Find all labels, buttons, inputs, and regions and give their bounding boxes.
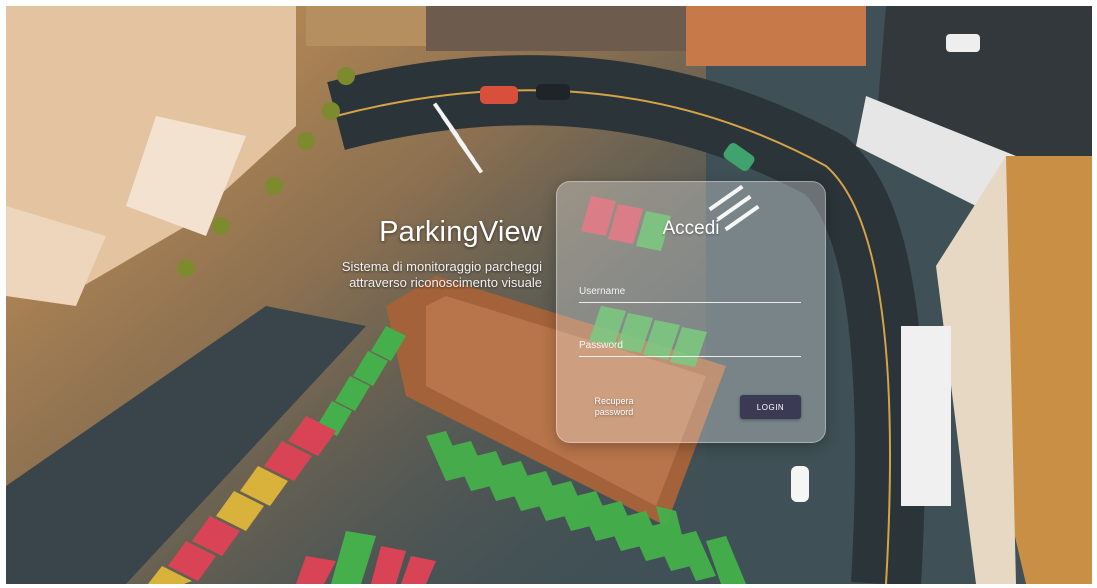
app-title: ParkingView [379, 216, 542, 248]
recover-password-line1: Recupera [594, 396, 634, 406]
login-button[interactable]: LOGIN [740, 395, 801, 419]
login-card-title: Accedi [662, 218, 720, 239]
password-input[interactable] [579, 334, 801, 357]
app-subtitle-line2: attraverso riconoscimento visuale [349, 275, 542, 290]
parking-aerial-background: ParkingView Sistema di monitoraggio parc… [6, 6, 1092, 584]
recover-password-line2: password [594, 407, 634, 417]
login-card: Accedi Recupera password LOGIN [556, 181, 826, 443]
recover-password-link[interactable]: Recupera password [579, 396, 649, 418]
app-subtitle: Sistema di monitoraggio parcheggi attrav… [300, 259, 542, 291]
username-input[interactable] [579, 280, 801, 303]
brand-block: ParkingView Sistema di monitoraggio parc… [300, 216, 542, 291]
app-subtitle-line1: Sistema di monitoraggio parcheggi [341, 259, 542, 274]
aerial-photo [6, 6, 1092, 584]
